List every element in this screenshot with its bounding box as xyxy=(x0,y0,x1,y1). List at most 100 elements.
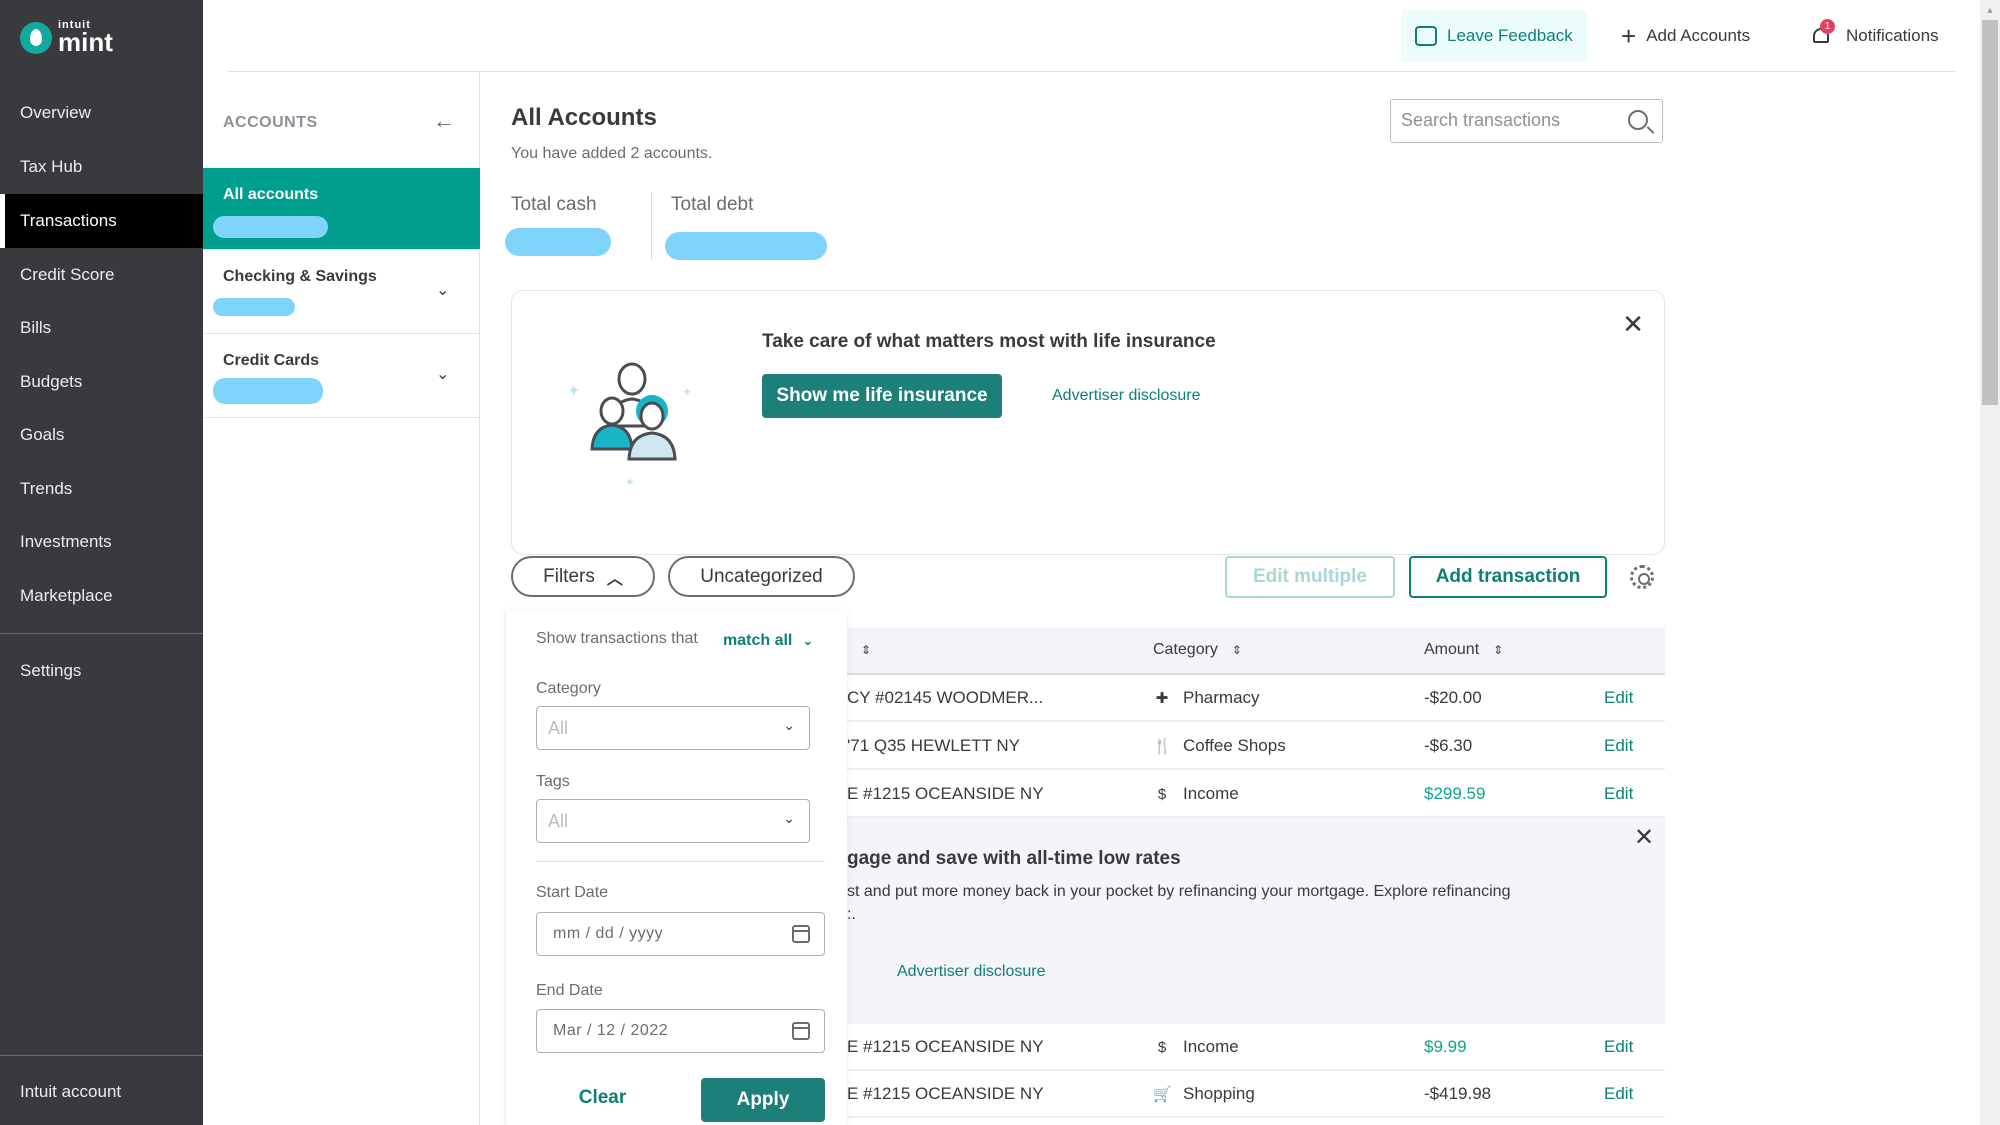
search-icon[interactable] xyxy=(1628,110,1648,130)
search-input[interactable] xyxy=(1401,110,1611,131)
close-icon[interactable]: ✕ xyxy=(1622,309,1644,340)
table-row[interactable]: E #1215 OCEANSIDE NY $ Income $9.99 Edit xyxy=(847,1024,1665,1071)
chevron-down-icon[interactable]: ⌄ xyxy=(436,364,449,384)
amount-header-label: Amount xyxy=(1424,641,1480,658)
start-date-label: Start Date xyxy=(536,884,609,901)
sort-icon[interactable]: ⇕ xyxy=(847,641,871,659)
transaction-category[interactable]: Pharmacy xyxy=(1183,688,1260,708)
mortgage-ad-body-cont: :. xyxy=(847,906,856,923)
transaction-amount: -$6.30 xyxy=(1424,736,1473,755)
transaction-category[interactable]: Income xyxy=(1183,784,1239,804)
edit-link[interactable]: Edit xyxy=(1604,736,1633,756)
transaction-description: '71 Q35 HEWLETT NY xyxy=(847,736,1020,755)
leave-feedback-button[interactable]: Leave Feedback xyxy=(1401,10,1587,62)
notifications-button[interactable]: 1 Notifications xyxy=(1796,10,1953,62)
category-label: Category xyxy=(536,680,601,697)
edit-link[interactable]: Edit xyxy=(1604,688,1633,708)
plus-icon: + xyxy=(1621,20,1637,51)
life-insurance-ad-card: ✦ ✦ ✦ Take care of what matters most wit… xyxy=(511,290,1665,555)
close-icon[interactable]: ✕ xyxy=(1634,823,1654,852)
match-all-dropdown[interactable]: match all ⌄ xyxy=(723,632,813,650)
notifications-label: Notifications xyxy=(1846,26,1939,45)
category-header-label: Category xyxy=(1153,641,1218,658)
scroll-up-arrow-icon[interactable]: ▲ xyxy=(1980,0,2000,20)
uncategorized-button[interactable]: Uncategorized xyxy=(668,556,855,597)
nav-item-overview[interactable]: Overview xyxy=(0,86,203,140)
edit-link[interactable]: Edit xyxy=(1604,784,1633,804)
filter-divider xyxy=(536,861,825,862)
table-row[interactable]: '71 Q35 HEWLETT NY 🍴 Coffee Shops -$6.30 … xyxy=(847,723,1665,770)
sort-icon: ⇕ xyxy=(1493,643,1504,657)
transaction-category[interactable]: Shopping xyxy=(1183,1084,1255,1104)
table-row[interactable]: E #1215 OCEANSIDE NY 🛒 Shopping -$419.98 … xyxy=(847,1071,1665,1118)
nav-item-credit-score[interactable]: Credit Score xyxy=(0,248,203,302)
page-scrollbar[interactable]: ▲ xyxy=(1980,0,2000,1125)
total-debt-label: Total debt xyxy=(671,194,754,215)
redacted-balance xyxy=(213,378,323,404)
pharmacy-icon: ✚ xyxy=(1155,690,1169,707)
table-row[interactable]: E #1215 OCEANSIDE NY $ Income $299.59 Edi… xyxy=(847,771,1665,818)
sort-icon: ⇕ xyxy=(1231,643,1242,657)
total-cash-label: Total cash xyxy=(511,194,597,215)
leave-feedback-label: Leave Feedback xyxy=(1447,26,1573,45)
nav-item-trends[interactable]: Trends xyxy=(0,462,203,516)
redacted-total-cash xyxy=(505,228,611,256)
nav-item-goals[interactable]: Goals xyxy=(0,408,203,462)
mint-logo[interactable]: intuit mint xyxy=(20,20,113,55)
edit-link[interactable]: Edit xyxy=(1604,1037,1633,1057)
nav-divider xyxy=(0,1055,203,1056)
svg-text:✦: ✦ xyxy=(682,385,692,399)
category-select[interactable]: All ⌄ xyxy=(536,706,810,750)
account-group-credit-cards[interactable]: Credit Cards ⌄ xyxy=(203,334,480,418)
nav-item-budgets[interactable]: Budgets xyxy=(0,355,203,409)
nav-item-investments[interactable]: Investments xyxy=(0,515,203,569)
add-transaction-button[interactable]: Add transaction xyxy=(1409,556,1607,598)
notification-badge: 1 xyxy=(1820,19,1835,34)
nav-item-settings[interactable]: Settings xyxy=(0,644,203,698)
family-illustration-icon: ✦ ✦ ✦ xyxy=(567,362,692,489)
show-life-insurance-button[interactable]: Show me life insurance xyxy=(762,374,1002,418)
arrow-left-icon[interactable]: ← xyxy=(433,108,455,134)
tags-select[interactable]: All ⌄ xyxy=(536,799,810,843)
match-all-label: match all xyxy=(723,632,793,649)
nav-item-intuit-account[interactable]: Intuit account xyxy=(0,1065,203,1119)
chevron-down-icon[interactable]: ⌄ xyxy=(436,280,449,300)
nav-item-tax-hub[interactable]: Tax Hub xyxy=(0,140,203,194)
nav-item-transactions[interactable]: Transactions xyxy=(0,194,203,248)
account-group-checking-savings[interactable]: Checking & Savings ⌄ xyxy=(203,250,480,334)
column-header-category[interactable]: Category ⇕ xyxy=(1153,641,1242,659)
accounts-panel: ACCOUNTS ← All accounts Checking & Savin… xyxy=(203,72,480,1125)
apply-button[interactable]: Apply xyxy=(701,1078,825,1122)
filters-button[interactable]: Filters ︿ xyxy=(511,556,655,597)
mortgage-ad-body: st and put more money back in your pocke… xyxy=(847,883,1511,900)
advertiser-disclosure-link[interactable]: Advertiser disclosure xyxy=(897,963,1046,981)
transaction-category[interactable]: Income xyxy=(1183,1037,1239,1057)
nav-item-bills[interactable]: Bills xyxy=(0,301,203,355)
table-row[interactable]: CY #02145 WOODMER... ✚ Pharmacy -$20.00 E… xyxy=(847,675,1665,722)
calendar-icon[interactable] xyxy=(792,925,810,943)
top-header: Leave Feedback + Add Accounts 1 Notifica… xyxy=(228,0,1955,72)
start-date-input[interactable]: mm / dd / yyyy xyxy=(536,912,825,956)
end-date-input[interactable]: Mar / 12 / 2022 xyxy=(536,1009,825,1053)
redacted-balance xyxy=(213,216,328,238)
clear-button[interactable]: Clear xyxy=(546,1078,659,1118)
gear-icon[interactable] xyxy=(1630,565,1654,589)
money-bag-icon: $ xyxy=(1157,1038,1167,1056)
scrollbar-thumb[interactable] xyxy=(1982,20,1998,405)
fork-knife-icon: 🍴 xyxy=(1153,738,1172,755)
column-header-amount[interactable]: Amount ⇕ xyxy=(1424,641,1503,659)
advertiser-disclosure-link[interactable]: Advertiser disclosure xyxy=(1052,387,1201,405)
left-nav: intuit mint Overview Tax Hub Transaction… xyxy=(0,0,203,1125)
chevron-down-icon: ⌄ xyxy=(783,717,795,733)
transaction-description: CY #02145 WOODMER... xyxy=(847,688,1044,707)
edit-link[interactable]: Edit xyxy=(1604,1084,1633,1104)
add-accounts-button[interactable]: + Add Accounts xyxy=(1607,10,1764,62)
search-box[interactable] xyxy=(1390,99,1663,143)
filters-label: Filters xyxy=(543,565,595,587)
transaction-category[interactable]: Coffee Shops xyxy=(1183,736,1286,756)
nav-item-marketplace[interactable]: Marketplace xyxy=(0,569,203,623)
tags-select-value: All xyxy=(548,811,569,831)
edit-multiple-button[interactable]: Edit multiple xyxy=(1225,556,1395,598)
calendar-icon[interactable] xyxy=(792,1022,810,1040)
account-group-all[interactable]: All accounts xyxy=(203,168,480,250)
